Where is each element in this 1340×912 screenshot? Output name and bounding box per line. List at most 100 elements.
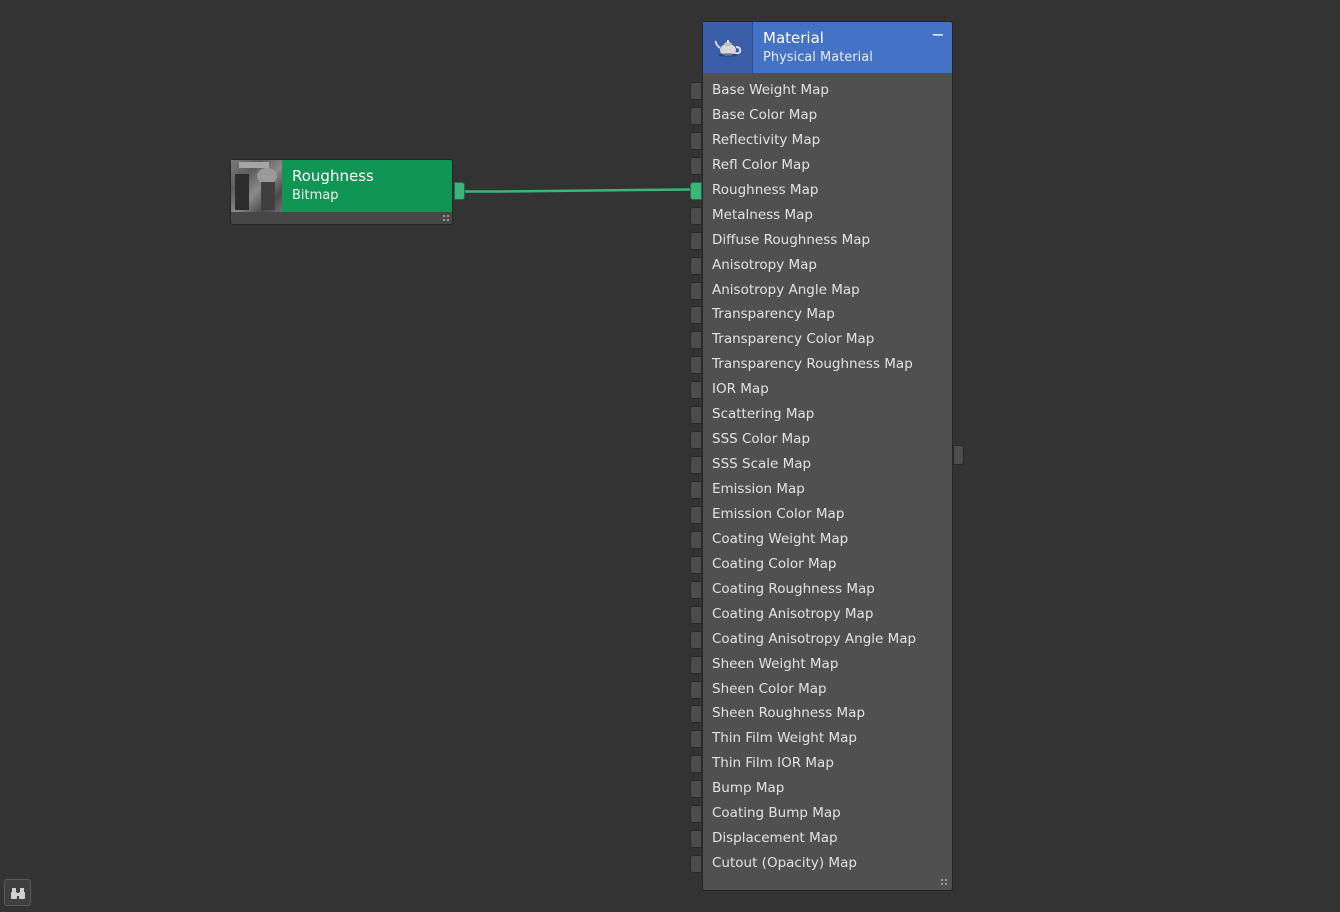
material-slot-input-socket[interactable] xyxy=(690,281,702,300)
material-slot-label: Sheen Roughness Map xyxy=(712,705,866,722)
material-slot-label: Diffuse Roughness Map xyxy=(712,231,871,248)
material-slot-row[interactable]: SSS Scale Map xyxy=(690,452,952,477)
material-slot-list: Base Weight Map Base Color Map Reflectivit… xyxy=(690,78,952,876)
material-slot-row[interactable]: Bump Map xyxy=(690,776,952,801)
material-slot-input-socket[interactable] xyxy=(690,231,702,250)
material-slot-input-socket[interactable] xyxy=(690,106,702,125)
material-slot-label: Roughness Map xyxy=(712,181,819,198)
material-slot-label: Anisotropy Angle Map xyxy=(712,281,860,298)
material-slot-input-socket[interactable] xyxy=(690,306,702,325)
material-slot-row[interactable]: Emission Map xyxy=(690,477,952,502)
material-slot-row[interactable]: Transparency Map xyxy=(690,302,952,327)
material-slot-input-socket[interactable] xyxy=(690,181,702,200)
material-slot-row[interactable]: SSS Color Map xyxy=(690,427,952,452)
material-slot-row[interactable]: Thin Film Weight Map xyxy=(690,726,952,751)
material-node-header[interactable]: Material Physical Material − xyxy=(703,22,952,73)
material-slot-input-socket[interactable] xyxy=(690,555,702,574)
material-slot-input-socket[interactable] xyxy=(690,680,702,699)
material-output-socket[interactable] xyxy=(953,445,964,465)
material-slot-row[interactable]: IOR Map xyxy=(690,377,952,402)
material-slot-row[interactable]: Metalness Map xyxy=(690,203,952,228)
material-slot-label: SSS Scale Map xyxy=(712,456,812,473)
material-slot-label: Sheen Weight Map xyxy=(712,655,839,672)
material-slot-input-socket[interactable] xyxy=(690,456,702,475)
material-slot-row[interactable]: Transparency Color Map xyxy=(690,327,952,352)
material-slot-input-socket[interactable] xyxy=(690,431,702,450)
bitmap-node-roughness[interactable]: Roughness Bitmap xyxy=(230,159,453,225)
material-slot-input-socket[interactable] xyxy=(690,406,702,425)
material-slot-label: Base Color Map xyxy=(712,106,818,123)
material-slot-input-socket[interactable] xyxy=(690,356,702,375)
material-slot-label: SSS Color Map xyxy=(712,431,811,448)
material-slot-label: Reflectivity Map xyxy=(712,131,821,148)
material-slot-row[interactable]: Cutout (Opacity) Map xyxy=(690,851,952,876)
material-slot-row[interactable]: Refl Color Map xyxy=(690,153,952,178)
material-slot-label: Thin Film IOR Map xyxy=(712,755,834,772)
material-slot-input-socket[interactable] xyxy=(690,156,702,175)
binoculars-icon xyxy=(11,888,25,899)
material-slot-row[interactable]: Anisotropy Angle Map xyxy=(690,278,952,303)
material-slot-row[interactable]: Thin Film IOR Map xyxy=(690,751,952,776)
bitmap-output-socket[interactable] xyxy=(454,182,465,200)
material-slot-label: Scattering Map xyxy=(712,406,815,423)
material-slot-row[interactable]: Scattering Map xyxy=(690,402,952,427)
material-slot-row[interactable]: Base Color Map xyxy=(690,103,952,128)
material-slot-input-socket[interactable] xyxy=(690,256,702,275)
material-slot-input-socket[interactable] xyxy=(690,830,702,849)
material-slot-input-socket[interactable] xyxy=(690,805,702,824)
material-slot-input-socket[interactable] xyxy=(690,780,702,799)
material-slot-input-socket[interactable] xyxy=(690,82,702,100)
resize-grip-icon[interactable] xyxy=(442,214,450,222)
wire-roughness-to-roughness-map[interactable] xyxy=(464,188,691,193)
material-slot-row[interactable]: Sheen Color Map xyxy=(690,677,952,702)
bitmap-node-subtitle: Bitmap xyxy=(292,188,339,203)
material-slot-input-socket[interactable] xyxy=(690,855,702,874)
material-slot-label: Coating Roughness Map xyxy=(712,580,875,597)
material-slot-row[interactable]: Coating Bump Map xyxy=(690,801,952,826)
minus-icon[interactable]: − xyxy=(931,27,945,43)
material-slot-input-socket[interactable] xyxy=(690,331,702,350)
node-editor-canvas[interactable]: Roughness Bitmap Material Physical Mater… xyxy=(0,0,1340,912)
material-slot-row[interactable]: Coating Anisotropy Angle Map xyxy=(690,627,952,652)
material-slot-row[interactable]: Roughness Map xyxy=(690,178,952,203)
material-slot-input-socket[interactable] xyxy=(690,131,702,150)
material-slot-label: Thin Film Weight Map xyxy=(712,730,857,747)
material-slot-row[interactable]: Coating Anisotropy Map xyxy=(690,602,952,627)
material-slot-row[interactable]: Transparency Roughness Map xyxy=(690,352,952,377)
material-slot-row[interactable]: Sheen Weight Map xyxy=(690,652,952,677)
material-slot-label: Coating Anisotropy Map xyxy=(712,605,874,622)
material-slot-row[interactable]: Sheen Roughness Map xyxy=(690,701,952,726)
material-slot-input-socket[interactable] xyxy=(690,505,702,524)
material-slot-input-socket[interactable] xyxy=(690,705,702,724)
material-slot-input-socket[interactable] xyxy=(690,381,702,400)
resize-grip-icon[interactable] xyxy=(940,878,948,886)
material-node-physical[interactable]: Material Physical Material − Base Weight… xyxy=(690,21,953,891)
material-slot-label: Refl Color Map xyxy=(712,156,810,173)
material-slot-label: Coating Color Map xyxy=(712,555,837,572)
material-slot-label: Transparency Map xyxy=(712,306,835,323)
navigator-button[interactable] xyxy=(4,879,31,906)
material-slot-row[interactable]: Diffuse Roughness Map xyxy=(690,228,952,253)
material-slot-row[interactable]: Emission Color Map xyxy=(690,502,952,527)
material-slot-label: Transparency Roughness Map xyxy=(712,356,913,373)
material-slot-row[interactable]: Displacement Map xyxy=(690,826,952,851)
material-slot-input-socket[interactable] xyxy=(690,580,702,599)
bitmap-node-header[interactable]: Roughness Bitmap xyxy=(231,160,452,212)
material-slot-input-socket[interactable] xyxy=(690,530,702,549)
material-slot-input-socket[interactable] xyxy=(690,206,702,225)
material-slot-label: Coating Weight Map xyxy=(712,530,849,547)
material-slot-row[interactable]: Coating Color Map xyxy=(690,552,952,577)
material-slot-input-socket[interactable] xyxy=(690,755,702,774)
material-slot-input-socket[interactable] xyxy=(690,730,702,749)
material-slot-row[interactable]: Coating Weight Map xyxy=(690,527,952,552)
material-slot-label: Cutout (Opacity) Map xyxy=(712,855,857,872)
material-slot-label: Metalness Map xyxy=(712,206,813,223)
material-slot-row[interactable]: Base Weight Map xyxy=(690,78,952,103)
material-slot-input-socket[interactable] xyxy=(690,655,702,674)
material-slot-row[interactable]: Reflectivity Map xyxy=(690,128,952,153)
material-slot-row[interactable]: Anisotropy Map xyxy=(690,253,952,278)
material-slot-input-socket[interactable] xyxy=(690,481,702,499)
material-slot-input-socket[interactable] xyxy=(690,605,702,624)
material-slot-row[interactable]: Coating Roughness Map xyxy=(690,577,952,602)
material-slot-input-socket[interactable] xyxy=(690,630,702,649)
